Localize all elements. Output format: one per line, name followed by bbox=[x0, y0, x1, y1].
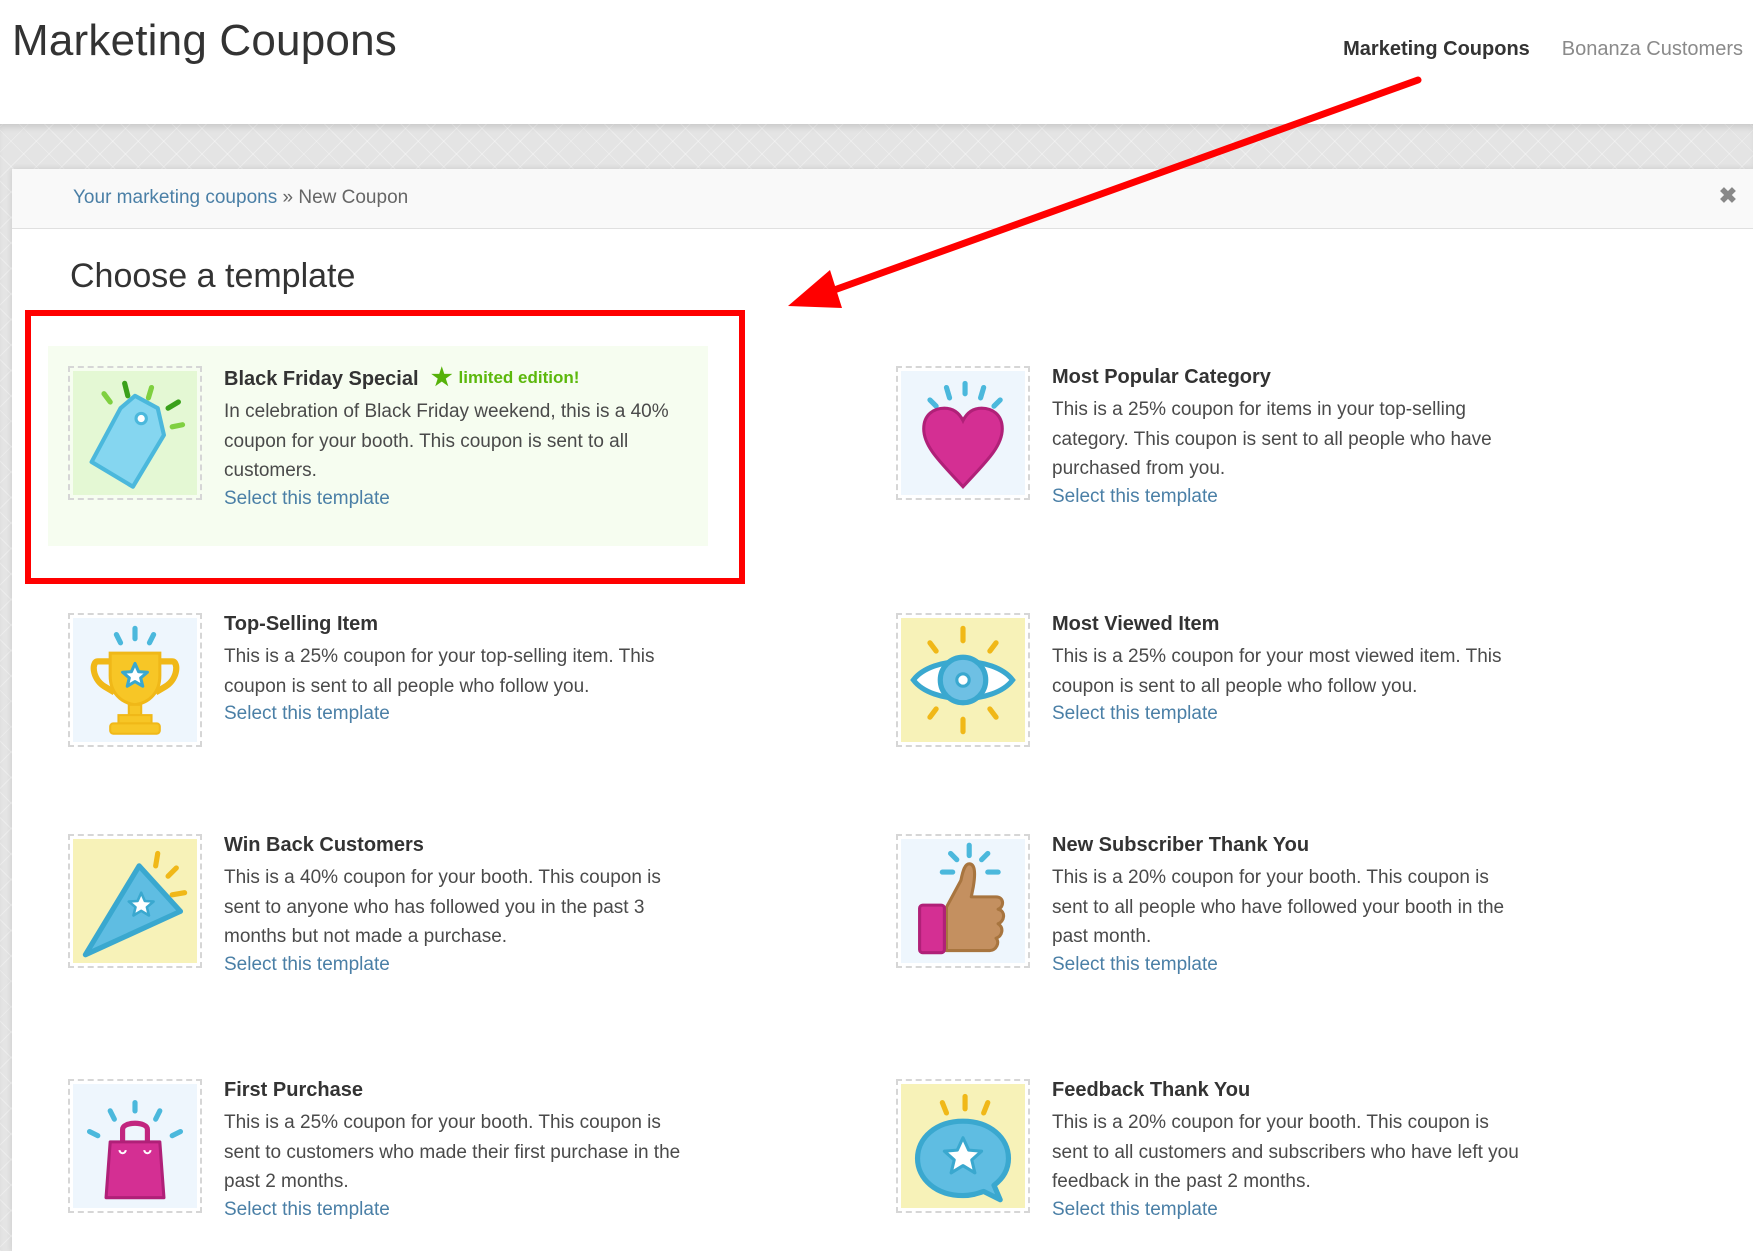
thumbs-up-icon bbox=[901, 839, 1025, 963]
top-nav: Marketing Coupons Bonanza Customers bbox=[1321, 38, 1753, 61]
template-card-new-subscriber-thank-you: New Subscriber Thank You This is a 20% c… bbox=[876, 814, 1536, 1014]
template-card-feedback-thank-you: Feedback Thank You This is a 20% coupon … bbox=[876, 1059, 1536, 1251]
template-description: This is a 20% coupon for your booth. Thi… bbox=[1052, 867, 1505, 947]
section-title: Choose a template bbox=[70, 257, 356, 295]
template-title: Black Friday Special bbox=[224, 368, 419, 390]
template-thumbnail bbox=[68, 1079, 202, 1213]
template-body: Win Back Customers This is a 40% coupon … bbox=[224, 834, 694, 976]
template-description: This is a 25% coupon for items in your t… bbox=[1052, 399, 1492, 479]
star-icon: ★ bbox=[431, 364, 453, 391]
template-title: Most Popular Category bbox=[1052, 366, 1271, 388]
trophy-icon bbox=[73, 618, 197, 742]
top-bar: Marketing Coupons Marketing Coupons Bona… bbox=[0, 0, 1753, 124]
badge-label: limited edition! bbox=[458, 368, 580, 387]
template-thumbnail bbox=[68, 834, 202, 968]
party-popper-icon bbox=[73, 839, 197, 963]
select-template-link[interactable]: Select this template bbox=[224, 954, 390, 976]
template-title: Feedback Thank You bbox=[1052, 1079, 1251, 1101]
template-title: First Purchase bbox=[224, 1079, 363, 1101]
nav-marketing-coupons[interactable]: Marketing Coupons bbox=[1321, 38, 1540, 61]
template-title: New Subscriber Thank You bbox=[1052, 834, 1310, 856]
breadcrumb: Your marketing coupons » New Coupon bbox=[73, 187, 408, 209]
template-description: This is a 25% coupon for your booth. Thi… bbox=[224, 1112, 681, 1192]
template-description: This is a 25% coupon for your top-sellin… bbox=[224, 646, 655, 697]
template-card-black-friday: Black Friday Special ★ limited edition! … bbox=[48, 346, 708, 546]
select-template-link[interactable]: Select this template bbox=[1052, 954, 1218, 976]
template-body: Most Popular Category This is a 25% coup… bbox=[1052, 366, 1522, 508]
app-title: Marketing Coupons bbox=[12, 16, 397, 65]
template-thumbnail bbox=[68, 366, 202, 500]
panel-header: Your marketing coupons » New Coupon ✖ bbox=[12, 169, 1753, 229]
speech-bubble-star-icon bbox=[901, 1084, 1025, 1208]
template-body: Top-Selling Item This is a 25% coupon fo… bbox=[224, 613, 694, 725]
template-thumbnail bbox=[896, 834, 1030, 968]
template-body: Feedback Thank You This is a 20% coupon … bbox=[1052, 1079, 1522, 1221]
select-template-link[interactable]: Select this template bbox=[224, 488, 390, 510]
template-card-most-popular-category: Most Popular Category This is a 25% coup… bbox=[876, 346, 1536, 546]
template-description: This is a 25% coupon for your most viewe… bbox=[1052, 646, 1502, 697]
nav-bonanza-customers[interactable]: Bonanza Customers bbox=[1540, 38, 1753, 61]
limited-edition-badge: ★ limited edition! bbox=[431, 366, 579, 390]
select-template-link[interactable]: Select this template bbox=[224, 703, 390, 725]
template-body: Most Viewed Item This is a 25% coupon fo… bbox=[1052, 613, 1522, 725]
template-body: New Subscriber Thank You This is a 20% c… bbox=[1052, 834, 1522, 976]
template-card-top-selling-item: Top-Selling Item This is a 25% coupon fo… bbox=[48, 593, 708, 793]
template-body: Black Friday Special ★ limited edition! … bbox=[224, 366, 694, 510]
breadcrumb-separator: » bbox=[282, 187, 294, 208]
template-thumbnail bbox=[68, 613, 202, 747]
select-template-link[interactable]: Select this template bbox=[224, 1199, 390, 1221]
template-thumbnail bbox=[896, 366, 1030, 500]
template-thumbnail bbox=[896, 613, 1030, 747]
template-thumbnail bbox=[896, 1079, 1030, 1213]
template-title: Top-Selling Item bbox=[224, 613, 379, 635]
select-template-link[interactable]: Select this template bbox=[1052, 1199, 1218, 1221]
template-title: Win Back Customers bbox=[224, 834, 424, 856]
template-card-win-back-customers: Win Back Customers This is a 40% coupon … bbox=[48, 814, 708, 1014]
template-description: In celebration of Black Friday weekend, … bbox=[224, 401, 669, 481]
template-body: First Purchase This is a 25% coupon for … bbox=[224, 1079, 694, 1221]
eye-icon bbox=[901, 618, 1025, 742]
breadcrumb-current: New Coupon bbox=[298, 187, 409, 208]
template-title: Most Viewed Item bbox=[1052, 613, 1220, 635]
template-description: This is a 20% coupon for your booth. Thi… bbox=[1052, 1112, 1519, 1192]
template-card-most-viewed-item: Most Viewed Item This is a 25% coupon fo… bbox=[876, 593, 1536, 793]
template-card-first-purchase: First Purchase This is a 25% coupon for … bbox=[48, 1059, 708, 1251]
breadcrumb-link-marketing-coupons[interactable]: Your marketing coupons bbox=[73, 187, 277, 208]
heart-icon bbox=[901, 371, 1025, 495]
select-template-link[interactable]: Select this template bbox=[1052, 486, 1218, 508]
select-template-link[interactable]: Select this template bbox=[1052, 703, 1218, 725]
close-icon[interactable]: ✖ bbox=[1715, 183, 1741, 209]
price-tag-icon bbox=[73, 371, 197, 495]
shopping-bag-icon bbox=[73, 1084, 197, 1208]
template-description: This is a 40% coupon for your booth. Thi… bbox=[224, 867, 661, 947]
new-coupon-panel: Your marketing coupons » New Coupon ✖ Ch… bbox=[12, 169, 1753, 1251]
